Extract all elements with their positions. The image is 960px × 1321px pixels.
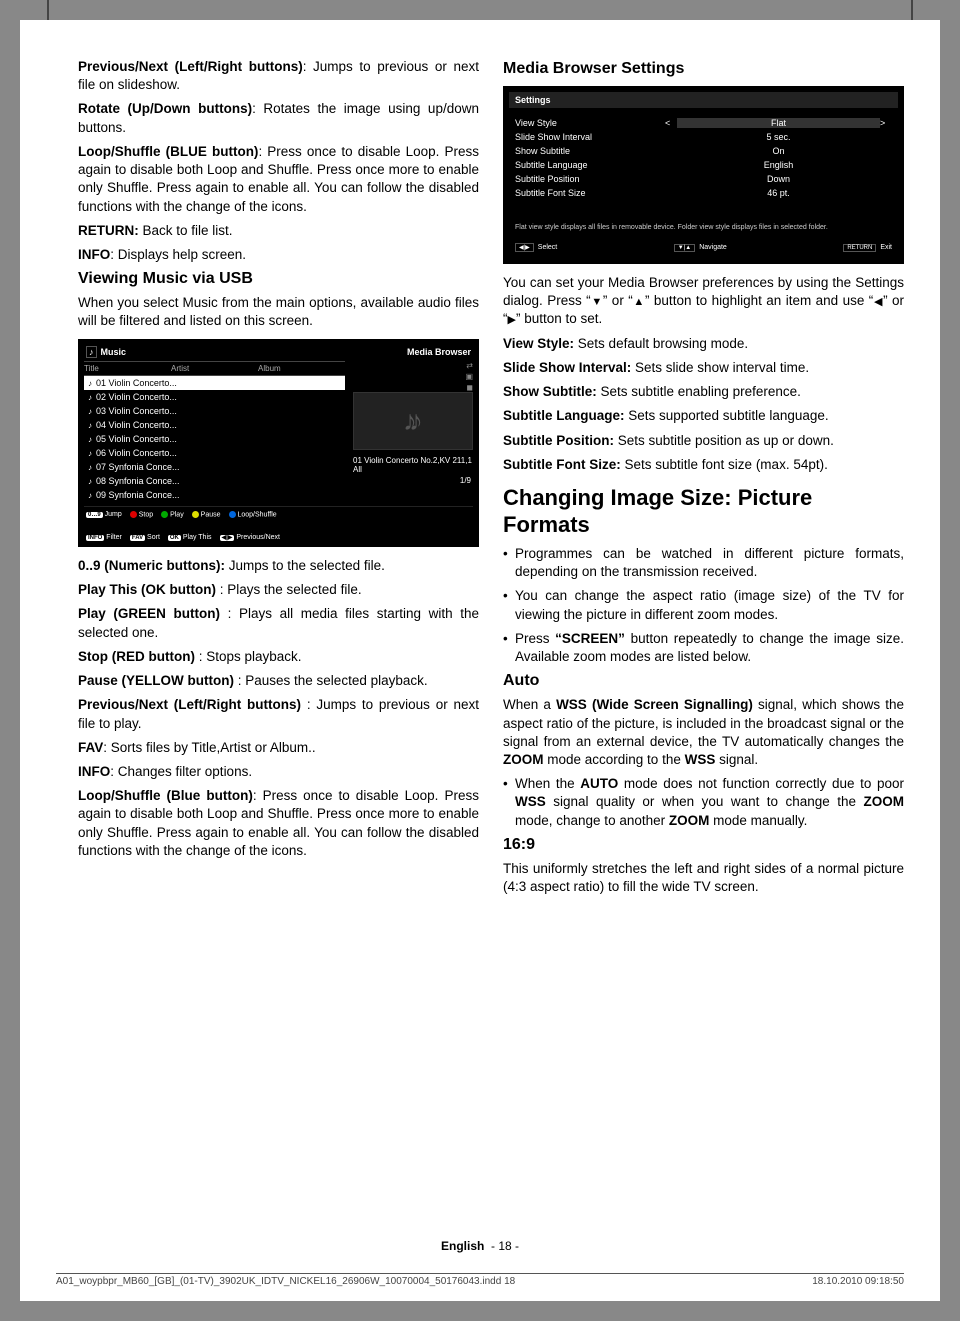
numeric-para: 0..9 (Numeric buttons): Jumps to the sel… (78, 557, 479, 575)
music-list-item: 09 Synfonia Conce... (84, 488, 345, 502)
info2-para: INFO: Changes filter options. (78, 763, 479, 781)
sixteen-nine-para: This uniformly stretches the left and ri… (503, 860, 904, 896)
changing-image-size-heading: Changing Image Size: Picture Formats (503, 484, 904, 539)
playgreen-para: Play (GREEN button) : Plays all media fi… (78, 605, 479, 641)
auto-heading: Auto (503, 672, 904, 690)
right-triangle-icon: ▶ (508, 314, 516, 326)
music-thumbnail: ♪♪ (353, 392, 473, 450)
left-column: Previous/Next (Left/Right buttons): Jump… (78, 58, 479, 902)
music-list-header: Title Artist Album (84, 361, 345, 376)
music-browser-screenshot: ♪Music Media Browser Title Artist Album … (78, 339, 479, 547)
settings-row: View Style<Flat> (509, 116, 898, 130)
info-para: INFO: Displays help screen. (78, 246, 479, 264)
rotate-para: Rotate (Up/Down buttons): Rotates the im… (78, 100, 479, 136)
down-triangle-icon: ▼ (591, 296, 603, 308)
now-playing: 01 Violin Concerto No.2,KV 211,1 All (353, 454, 473, 476)
viewing-music-desc: When you select Music from the main opti… (78, 294, 479, 330)
subpos-para: Subtitle Position: Sets subtitle positio… (503, 432, 904, 450)
settings-row: Subtitle PositionDown (509, 172, 898, 186)
music-count: 1/9 (353, 476, 473, 485)
return-para: RETURN: Back to file list. (78, 222, 479, 240)
fav-para: FAV: Sorts files by Title,Artist or Albu… (78, 739, 479, 757)
bullet-2: You can change the aspect ratio (image s… (503, 587, 904, 623)
subfont-para: Subtitle Font Size: Sets subtitle font s… (503, 456, 904, 474)
settings-screenshot: Settings View Style<Flat>Slide Show Inte… (503, 86, 904, 264)
music-controls: 0…9 Jump Stop Play Pause Loop/Shuffle IN… (84, 506, 473, 541)
auto-para: When a WSS (Wide Screen Signalling) sign… (503, 696, 904, 769)
sixteen-nine-heading: 16:9 (503, 836, 904, 854)
settings-intro: You can set your Media Browser preferenc… (503, 274, 904, 329)
pauseyel-para: Pause (YELLOW button) : Pauses the selec… (78, 672, 479, 690)
viewing-music-heading: Viewing Music via USB (78, 270, 479, 288)
loopshuffle-para: Loop/Shuffle (BLUE button): Press once t… (78, 143, 479, 216)
music-list-item: 06 Violin Concerto... (84, 446, 345, 460)
left-triangle-icon: ◀ (873, 296, 883, 308)
music-list-item: 04 Violin Concerto... (84, 418, 345, 432)
bullet-4: When the AUTO mode does not function cor… (503, 775, 904, 830)
settings-desc: Flat view style displays all files in re… (509, 200, 898, 237)
music-list-item: 01 Violin Concerto... (84, 376, 345, 390)
manual-page: Previous/Next (Left/Right buttons): Jump… (20, 20, 940, 1301)
stopred-para: Stop (RED button) : Stops playback. (78, 648, 479, 666)
bullet-3: Press “SCREEN” button repeatedly to chan… (503, 630, 904, 666)
settings-row: Subtitle LanguageEnglish (509, 158, 898, 172)
settings-row: Slide Show Interval5 sec. (509, 130, 898, 144)
settings-row: Show SubtitleOn (509, 144, 898, 158)
prev-next-para: Previous/Next (Left/Right buttons): Jump… (78, 58, 479, 94)
viewstyle-para: View Style: Sets default browsing mode. (503, 335, 904, 353)
indesign-footer: A01_woypbpr_MB60_[GB]_(01-TV)_3902UK_IDT… (56, 1273, 904, 1287)
page-footer: English - 18 - (20, 1239, 940, 1253)
music-list-item: 05 Violin Concerto... (84, 432, 345, 446)
music-list-item: 02 Violin Concerto... (84, 390, 345, 404)
music-list-item: 07 Synfonia Conce... (84, 460, 345, 474)
settings-title: Settings (509, 92, 898, 108)
showsub-para: Show Subtitle: Sets subtitle enabling pr… (503, 383, 904, 401)
up-triangle-icon: ▲ (633, 296, 645, 308)
media-browser-settings-heading: Media Browser Settings (503, 60, 904, 78)
music-list-item: 03 Violin Concerto... (84, 404, 345, 418)
right-column: Media Browser Settings Settings View Sty… (503, 58, 904, 902)
bullet-1: Programmes can be watched in different p… (503, 545, 904, 581)
playthis-para: Play This (OK button) : Plays the select… (78, 581, 479, 599)
settings-row: Subtitle Font Size46 pt. (509, 186, 898, 200)
slideinterval-para: Slide Show Interval: Sets slide show int… (503, 359, 904, 377)
sublang-para: Subtitle Language: Sets supported subtit… (503, 407, 904, 425)
loopblue-para: Loop/Shuffle (Blue button): Press once t… (78, 787, 479, 860)
music-list-item: 08 Synfonia Conce... (84, 474, 345, 488)
prevnext2-para: Previous/Next (Left/Right buttons) : Jum… (78, 696, 479, 732)
